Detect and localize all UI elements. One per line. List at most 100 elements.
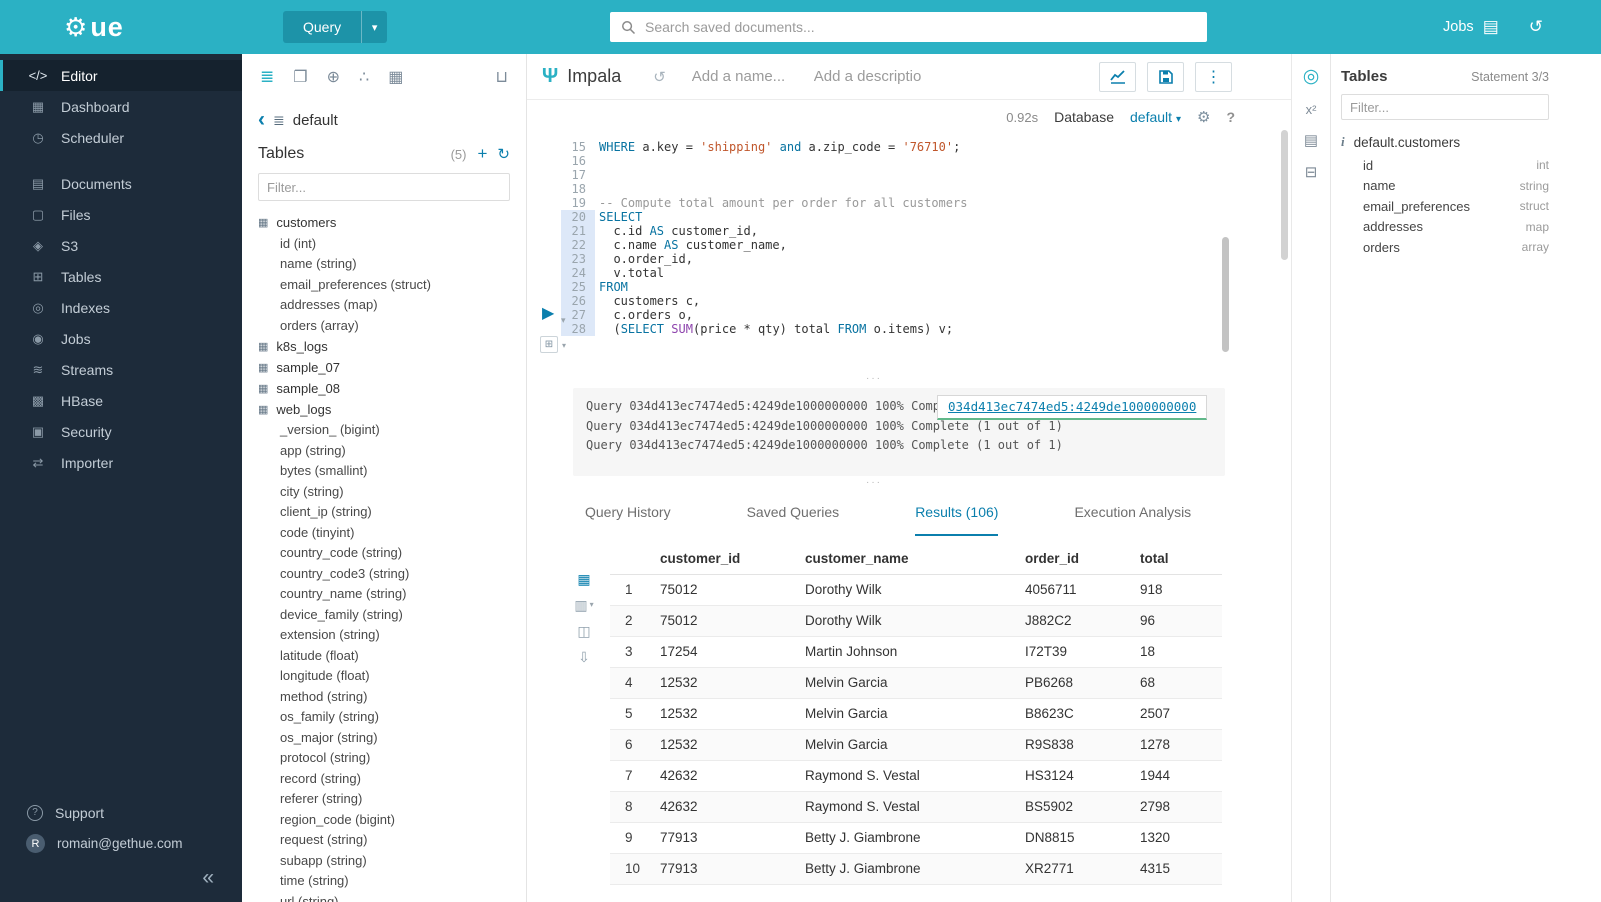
column-item[interactable]: request (string) bbox=[258, 830, 510, 851]
sidebar-item-security[interactable]: ▣Security bbox=[0, 416, 242, 447]
code-line[interactable]: v.total bbox=[595, 266, 664, 280]
help-icon[interactable]: ? bbox=[1226, 109, 1235, 125]
refresh-icon[interactable]: ↻ bbox=[497, 145, 510, 163]
query-id-tooltip[interactable]: 034d413ec7474ed5:4249de1000000000 bbox=[937, 395, 1207, 420]
column-item[interactable]: orders (array) bbox=[258, 315, 510, 336]
column-item[interactable]: code (tinyint) bbox=[258, 522, 510, 543]
query-button[interactable]: Query bbox=[283, 11, 361, 43]
sidebar-item-s3[interactable]: ◈S3 bbox=[0, 230, 242, 261]
hue-logo[interactable]: ⚙ ue bbox=[64, 0, 124, 54]
query-history-icon[interactable]: ↺ bbox=[653, 68, 666, 86]
column-item[interactable]: _version_ (bigint) bbox=[258, 420, 510, 441]
search-input[interactable] bbox=[645, 19, 1196, 35]
column-item[interactable]: referer (string) bbox=[258, 789, 510, 810]
tab-execution-analysis[interactable]: Execution Analysis bbox=[1074, 504, 1191, 536]
apps-grid-icon[interactable]: ▦ bbox=[388, 67, 403, 87]
table-item-customers[interactable]: ▦customers bbox=[258, 212, 510, 233]
columns-view-icon[interactable]: ◫ bbox=[577, 624, 590, 638]
sidebar-item-indexes[interactable]: ◎Indexes bbox=[0, 292, 242, 323]
code-line[interactable] bbox=[595, 154, 606, 168]
language-reference-icon[interactable]: ▤ bbox=[1304, 133, 1318, 148]
download-icon[interactable]: ⇩ bbox=[578, 650, 590, 664]
column-item[interactable]: time (string) bbox=[258, 871, 510, 892]
bag-icon[interactable]: ⊔ bbox=[496, 67, 508, 87]
functions-icon[interactable]: x² bbox=[1306, 103, 1317, 116]
column-item[interactable]: id (int) bbox=[258, 233, 510, 254]
column-item[interactable]: extension (string) bbox=[258, 625, 510, 646]
code-line[interactable]: FROM bbox=[595, 280, 628, 294]
sidebar-item-jobs[interactable]: ◉Jobs bbox=[0, 323, 242, 354]
table-row[interactable]: 275012Dorothy WilkJ882C296 bbox=[610, 605, 1222, 636]
query-description-input[interactable] bbox=[814, 68, 922, 85]
column-item[interactable]: client_ip (string) bbox=[258, 502, 510, 523]
column-item[interactable]: device_family (string) bbox=[258, 604, 510, 625]
databases-source-icon[interactable]: ≣ bbox=[260, 67, 274, 87]
column-item[interactable]: city (string) bbox=[258, 481, 510, 502]
snippet-settings-button[interactable]: ⊞ bbox=[540, 336, 558, 353]
database-select[interactable]: default ▾ bbox=[1130, 109, 1181, 125]
column-item[interactable]: country_code (string) bbox=[258, 543, 510, 564]
column-item[interactable]: latitude (float) bbox=[258, 645, 510, 666]
schedule-icon[interactable]: ⊟ bbox=[1305, 165, 1318, 180]
documents-copy-icon[interactable]: ❐ bbox=[293, 67, 307, 87]
main-scrollbar[interactable] bbox=[1281, 130, 1288, 260]
table-row[interactable]: 412532Melvin GarciaPB626868 bbox=[610, 667, 1222, 698]
tables-filter-input[interactable] bbox=[258, 173, 510, 201]
code-line[interactable]: o.order_id, bbox=[595, 252, 693, 266]
save-button[interactable] bbox=[1147, 62, 1184, 92]
sidebar-item-streams[interactable]: ≋Streams bbox=[0, 354, 242, 385]
quick-query-icon[interactable]: ◎ bbox=[1303, 67, 1320, 86]
tab-query-history[interactable]: Query History bbox=[585, 504, 671, 536]
assist-column-row[interactable]: namestring bbox=[1341, 176, 1549, 197]
column-item[interactable]: subapp (string) bbox=[258, 850, 510, 871]
jobs-link[interactable]: Jobs ▤ bbox=[1443, 17, 1499, 37]
tab-saved-queries[interactable]: Saved Queries bbox=[747, 504, 840, 536]
code-line[interactable]: (SELECT SUM(price * qty) total FROM o.it… bbox=[595, 322, 953, 336]
code-line[interactable]: customers c, bbox=[595, 294, 700, 308]
code-line[interactable] bbox=[595, 168, 606, 182]
grid-view-icon[interactable]: ▦ bbox=[577, 572, 590, 586]
log-resize-handle-bottom[interactable]: ··· bbox=[527, 480, 1221, 486]
column-item[interactable]: os_major (string) bbox=[258, 727, 510, 748]
collapse-sidebar-icon[interactable]: « bbox=[202, 867, 214, 888]
column-item[interactable]: protocol (string) bbox=[258, 748, 510, 769]
code-line[interactable]: -- Compute total amount per order for al… bbox=[595, 196, 967, 210]
column-item[interactable]: addresses (map) bbox=[258, 295, 510, 316]
column-item[interactable]: region_code (bigint) bbox=[258, 809, 510, 830]
query-name-input[interactable] bbox=[692, 68, 788, 85]
sidebar-item-dashboard[interactable]: ▦Dashboard bbox=[0, 91, 242, 122]
assist-active-table[interactable]: i default.customers bbox=[1341, 134, 1549, 150]
column-item[interactable]: country_name (string) bbox=[258, 584, 510, 605]
table-row[interactable]: 1077913Betty J. GiambroneXR27714315 bbox=[610, 853, 1222, 884]
sidebar-item-importer[interactable]: ⇄Importer bbox=[0, 447, 242, 478]
code-line[interactable]: c.name AS customer_name, bbox=[595, 238, 787, 252]
column-item[interactable]: name (string) bbox=[258, 254, 510, 275]
column-item[interactable]: email_preferences (struct) bbox=[258, 274, 510, 295]
snippet-settings-caret[interactable]: ▾ bbox=[562, 341, 566, 350]
table-item-k8s_logs[interactable]: ▦k8s_logs bbox=[258, 336, 510, 357]
table-row[interactable]: 512532Melvin GarciaB8623C2507 bbox=[610, 698, 1222, 729]
chart-view-button[interactable]: ▥▾ bbox=[574, 598, 593, 612]
sidebar-item-tables[interactable]: ⊞Tables bbox=[0, 261, 242, 292]
column-item[interactable]: bytes (smallint) bbox=[258, 461, 510, 482]
table-row[interactable]: 842632Raymond S. VestalBS59022798 bbox=[610, 791, 1222, 822]
assist-column-row[interactable]: email_preferencesstruct bbox=[1341, 196, 1549, 217]
column-item[interactable]: method (string) bbox=[258, 686, 510, 707]
column-item[interactable]: app (string) bbox=[258, 440, 510, 461]
sidebar-item-files[interactable]: ▢Files bbox=[0, 199, 242, 230]
engine-name[interactable]: Impala bbox=[567, 66, 621, 87]
table-item-sample_08[interactable]: ▦sample_08 bbox=[258, 378, 510, 399]
column-item[interactable]: os_family (string) bbox=[258, 707, 510, 728]
run-options-caret[interactable]: ▾ bbox=[561, 315, 566, 326]
column-item[interactable]: longitude (float) bbox=[258, 666, 510, 687]
sidebar-item-editor[interactable]: </>Editor bbox=[0, 60, 242, 91]
code-line[interactable]: SELECT bbox=[595, 210, 642, 224]
history-icon[interactable]: ↺ bbox=[1529, 17, 1543, 37]
settings-gear-icon[interactable]: ⚙ bbox=[1197, 108, 1210, 126]
assist-column-row[interactable]: addressesmap bbox=[1341, 217, 1549, 238]
editor-scrollbar[interactable] bbox=[1222, 237, 1229, 352]
column-item[interactable]: country_code3 (string) bbox=[258, 563, 510, 584]
back-chevron-icon[interactable]: ‹ bbox=[258, 112, 265, 129]
sitemap-icon[interactable]: ∴ bbox=[359, 67, 369, 87]
assist-column-row[interactable]: idint bbox=[1341, 155, 1549, 176]
